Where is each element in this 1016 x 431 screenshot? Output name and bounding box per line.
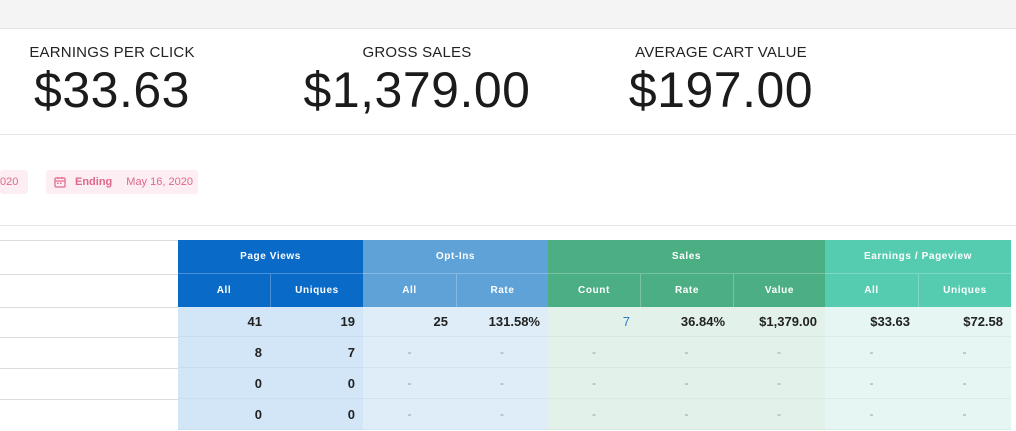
row-divider bbox=[0, 368, 178, 369]
table-cell: - bbox=[456, 337, 548, 368]
table-cell: - bbox=[918, 368, 1011, 399]
row-divider bbox=[0, 399, 178, 400]
row-divider bbox=[0, 307, 178, 308]
table-cell: $72.58 bbox=[918, 307, 1011, 337]
table-cell: - bbox=[456, 368, 548, 399]
table-cell: $33.63 bbox=[825, 307, 918, 337]
table-cell: - bbox=[640, 399, 733, 430]
metric-value: $33.63 bbox=[34, 62, 190, 118]
top-toolbar bbox=[0, 0, 1016, 29]
column-header[interactable]: Uniques bbox=[270, 274, 363, 307]
metric-average-cart-value: AVERAGE CART VALUE $197.00 bbox=[618, 44, 824, 115]
table-cell: - bbox=[363, 337, 456, 368]
table-cell: 19 bbox=[270, 307, 363, 337]
table-cell[interactable]: 7 bbox=[548, 307, 640, 337]
row-divider bbox=[0, 337, 178, 338]
table-cell: - bbox=[363, 399, 456, 430]
table-cell: - bbox=[733, 399, 825, 430]
table-cell: - bbox=[733, 337, 825, 368]
metric-label: EARNINGS PER CLICK bbox=[29, 44, 195, 61]
group-header: Earnings / Pageview bbox=[825, 240, 1011, 274]
column-header[interactable]: Rate bbox=[640, 274, 733, 307]
table-cell: 7 bbox=[270, 337, 363, 368]
metric-label: AVERAGE CART VALUE bbox=[635, 44, 807, 61]
table-cell: 41 bbox=[178, 307, 270, 337]
table-cell: 25 bbox=[363, 307, 456, 337]
column-header[interactable]: Uniques bbox=[918, 274, 1011, 307]
table-cell: - bbox=[640, 337, 733, 368]
calendar-icon bbox=[54, 176, 66, 188]
table-cell: - bbox=[733, 368, 825, 399]
metric-gross-sales: GROSS SALES $1,379.00 bbox=[292, 44, 542, 115]
row-divider bbox=[0, 274, 178, 275]
table-cell: $1,379.00 bbox=[733, 307, 825, 337]
group-header: Sales bbox=[548, 240, 825, 274]
start-date-filter[interactable]: 020 bbox=[0, 170, 28, 194]
divider bbox=[0, 134, 1016, 135]
table-cell: - bbox=[825, 368, 918, 399]
metric-label: GROSS SALES bbox=[362, 44, 472, 61]
end-date-label: Ending bbox=[75, 176, 113, 188]
metric-value: $197.00 bbox=[628, 62, 814, 118]
end-date-value: May 16, 2020 bbox=[126, 176, 193, 188]
column-header[interactable]: All bbox=[363, 274, 456, 307]
end-date-filter[interactable]: Ending May 16, 2020 bbox=[46, 170, 198, 194]
column-header[interactable]: Value bbox=[733, 274, 825, 307]
column-header[interactable]: Rate bbox=[456, 274, 548, 307]
table-cell: - bbox=[825, 399, 918, 430]
table-cell: 36.84% bbox=[640, 307, 733, 337]
group-header: Page Views bbox=[178, 240, 363, 274]
group-header: Opt-Ins bbox=[363, 240, 548, 274]
table-cell: - bbox=[825, 337, 918, 368]
table-cell: - bbox=[363, 368, 456, 399]
table-cell: 0 bbox=[270, 399, 363, 430]
table-cell: - bbox=[548, 337, 640, 368]
table-cell: 0 bbox=[178, 368, 270, 399]
table-cell: - bbox=[456, 399, 548, 430]
metric-earnings-per-click: EARNINGS PER CLICK $33.63 bbox=[27, 44, 197, 115]
table-cell: - bbox=[548, 368, 640, 399]
column-header[interactable]: Count bbox=[548, 274, 640, 307]
table-cell: - bbox=[548, 399, 640, 430]
table-cell: 0 bbox=[178, 399, 270, 430]
table-cell: 0 bbox=[270, 368, 363, 399]
column-header[interactable]: All bbox=[178, 274, 270, 307]
start-date-value: 020 bbox=[0, 176, 19, 188]
table-cell: - bbox=[918, 399, 1011, 430]
divider bbox=[0, 225, 1016, 226]
table-cell: - bbox=[918, 337, 1011, 368]
metric-value: $1,379.00 bbox=[303, 62, 531, 118]
column-header[interactable]: All bbox=[825, 274, 918, 307]
table-cell: 131.58% bbox=[456, 307, 548, 337]
table-cell: 8 bbox=[178, 337, 270, 368]
row-divider bbox=[0, 240, 178, 241]
table-cell: - bbox=[640, 368, 733, 399]
